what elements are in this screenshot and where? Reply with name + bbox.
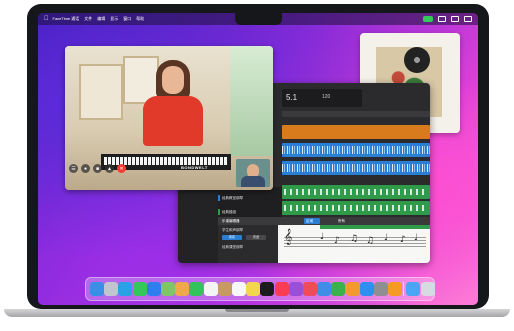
numbers-icon[interactable] — [331, 282, 346, 296]
self-body-image — [241, 176, 265, 187]
trash-icon[interactable] — [420, 282, 435, 296]
tv-icon[interactable] — [260, 282, 275, 296]
apple-menu-icon[interactable]:  — [44, 16, 49, 22]
score-toolbar: 乐谱编辑器 区域 所有 — [218, 217, 430, 225]
music-note[interactable]: ♫ — [350, 235, 358, 244]
finder-icon[interactable] — [90, 282, 104, 296]
music-note[interactable]: ♩ — [414, 234, 418, 243]
music-note[interactable]: ♪ — [334, 237, 340, 246]
end-call-icon[interactable]: ✕ — [117, 164, 126, 173]
score-toolbar-all[interactable]: 所有 — [338, 219, 345, 224]
midi-region[interactable] — [282, 185, 430, 199]
timeline-ruler[interactable] — [282, 111, 430, 117]
treble-clef-icon: 𝄞 — [284, 229, 293, 245]
contacts-icon[interactable] — [217, 282, 232, 296]
track-name[interactable]: 经典鼓组 — [222, 210, 236, 215]
desktop-screen:  FaceTime 通话 文件 编辑 显示 窗口 帮助 5.1 120 — [38, 13, 478, 305]
menu-help[interactable]: 帮助 — [136, 16, 144, 22]
notes-icon[interactable] — [246, 282, 261, 296]
canvas-frame-image — [79, 64, 123, 120]
call-controls: ☰ ● ■ ▲ ✕ — [69, 164, 126, 173]
mail-icon[interactable] — [146, 282, 161, 296]
wifi-icon[interactable] — [451, 16, 459, 22]
keynote-icon[interactable] — [317, 282, 332, 296]
track-name[interactable]: 经典教室钢琴 — [222, 196, 243, 201]
mic-icon[interactable]: ● — [81, 164, 90, 173]
music-note[interactable]: ♪ — [400, 236, 406, 245]
facetime-window[interactable]: BONDWELT ☰ ● ■ ▲ ✕ — [65, 46, 273, 190]
score-region-title: 学生和声钢琴 — [222, 228, 243, 232]
appstore-icon[interactable] — [359, 282, 374, 296]
menu-window[interactable]: 窗口 — [123, 16, 131, 22]
downloads-icon[interactable] — [406, 282, 421, 296]
score-toolbar-title: 乐谱编辑器 — [222, 219, 240, 223]
score-all-button[interactable]: 所有 — [222, 235, 242, 240]
midi-notes-image — [284, 205, 427, 211]
track-color-chip — [218, 209, 220, 215]
pages-icon[interactable] — [345, 282, 360, 296]
shareplay-icon[interactable]: ▲ — [105, 164, 114, 173]
waveform-image — [282, 146, 430, 154]
dock-separator — [403, 282, 404, 296]
news-icon[interactable] — [303, 282, 317, 296]
maps-icon[interactable] — [161, 282, 175, 296]
laptop-base-notch — [225, 309, 289, 312]
reminders-icon[interactable] — [232, 282, 246, 296]
score-notation-button[interactable]: 乐谱 — [246, 235, 266, 240]
audio-region[interactable] — [282, 125, 430, 139]
camera-notch — [235, 13, 282, 25]
safari-icon[interactable] — [118, 282, 133, 296]
track-color-chip — [218, 195, 220, 201]
self-view-pip[interactable] — [236, 159, 270, 187]
facetime-icon[interactable] — [189, 282, 204, 296]
keyboard-brand-label: BONDWELT — [181, 165, 208, 170]
music-note[interactable]: ♩ — [384, 234, 388, 243]
score-staff-area[interactable]: 𝄞 ♩ ♪ ♫ ♫ ♩ ♪ ♩ — [280, 225, 430, 263]
midi-region[interactable] — [282, 201, 430, 215]
menu-view[interactable]: 显示 — [110, 16, 118, 22]
caller-body-image — [143, 96, 203, 146]
photos-icon[interactable] — [175, 282, 190, 296]
score-inspector: 学生和声钢琴 所有 乐谱 经典课堂钢琴 — [218, 225, 278, 263]
window-background-image — [230, 46, 273, 156]
launchpad-icon[interactable] — [104, 282, 119, 296]
lcd-display[interactable]: 5.1 120 — [282, 89, 362, 107]
control-center-icon[interactable] — [464, 16, 472, 22]
messages-icon[interactable] — [132, 282, 147, 296]
menu-extras — [423, 13, 472, 25]
score-toolbar-region[interactable]: 区域 — [306, 219, 313, 224]
calendar-icon[interactable] — [203, 282, 218, 296]
music-note[interactable]: ♩ — [320, 233, 324, 242]
sidebar-toggle-icon[interactable]: ☰ — [69, 164, 78, 173]
audio-region[interactable] — [282, 143, 430, 157]
score-instrument-label: 经典课堂钢琴 — [222, 245, 243, 249]
waveform-image — [282, 164, 430, 172]
menu-file[interactable]: 文件 — [84, 16, 92, 22]
dock — [85, 277, 435, 301]
menu-app-name[interactable]: FaceTime 通话 — [53, 16, 80, 22]
caller-face-image — [162, 66, 184, 94]
audio-region[interactable] — [282, 161, 430, 175]
lcd-tempo: 120 — [322, 94, 331, 100]
garageband-icon[interactable] — [388, 282, 403, 296]
facetime-status-icon[interactable] — [423, 16, 433, 22]
music-note[interactable]: ♫ — [366, 237, 374, 246]
music-icon[interactable] — [274, 282, 289, 296]
menu-edit[interactable]: 编辑 — [97, 16, 105, 22]
podcasts-icon[interactable] — [288, 282, 303, 296]
battery-icon[interactable] — [438, 16, 446, 22]
score-editor-panel[interactable]: 乐谱编辑器 区域 所有 学生和声钢琴 所有 乐谱 经典课堂钢琴 𝄞 ♩ ♪ ♫ … — [218, 217, 430, 263]
camera-icon[interactable]: ■ — [93, 164, 102, 173]
score-region-bar[interactable] — [320, 225, 430, 229]
midi-notes-image — [284, 189, 427, 195]
lcd-bar-position: 5.1 — [286, 93, 298, 102]
settings-icon[interactable] — [374, 282, 388, 296]
